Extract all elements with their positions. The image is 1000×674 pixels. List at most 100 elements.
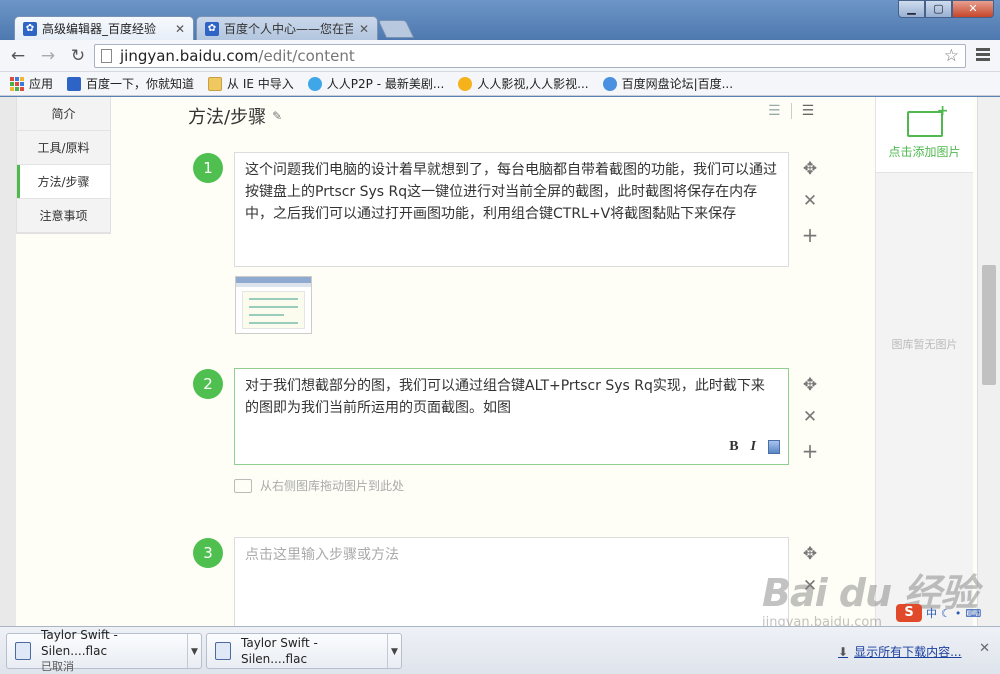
step-1-editor[interactable]: 这个问题我们电脑的设计着早就想到了，每台电脑都自带着截图的功能，我们可以通过按键… [234,152,789,267]
tab-title: 高级编辑器_百度经验 [42,22,157,36]
url-text: jingyan.baidu.com/edit/content [120,47,355,65]
baidu-paw-icon: ✿ [23,21,37,36]
step-3-editor[interactable]: 点击这里输入步骤或方法 [234,537,789,626]
ime-tray: S 中 ☾ • ⌨ [896,604,981,622]
format-toolbar: B I [729,436,780,458]
moon-icon[interactable]: ☾ [941,607,951,620]
insert-image-icon[interactable] [768,440,780,454]
section-title: 方法/步骤 ✎ [188,107,283,128]
step-number: 1 [193,153,223,183]
thumb-toolbar [236,283,311,287]
bold-button[interactable]: B [729,436,738,458]
baidu-paw-icon [67,76,82,91]
close-icon[interactable]: ✕ [979,641,990,656]
download-icon: ⬇ [838,644,849,659]
pencil-icon[interactable]: ✎ [272,109,282,123]
tab-inactive[interactable]: ✿ 百度个人中心——您在百... ✕ [196,16,378,40]
page-scrollbar[interactable] [977,97,1000,626]
step-2-editor[interactable]: 对于我们想截部分的图，我们可以通过组合键ALT+Prtscr Sys Rq实现，… [234,368,789,465]
tab-title: 百度个人中心——您在百... [224,22,353,36]
download-info: Taylor Swift - Silen....flac 已取消 [41,627,187,674]
download-filename: Taylor Swift - Silen....flac [241,636,318,666]
step-text: 对于我们想截部分的图，我们可以通过组合键ALT+Prtscr Sys Rq实现，… [245,378,765,416]
add-icon[interactable]: + [802,439,819,471]
bookmark-baidu-pan[interactable]: 百度网盘论坛|百度... [602,75,733,92]
page-content: 简介 工具/原料 方法/步骤 注意事项 方法/步骤 ✎ ☰ ☰ 1 这个问题我们… [0,97,1000,626]
back-arrow-icon[interactable]: ← [6,44,30,68]
rrys-icon [458,76,473,91]
step-text: 这个问题我们电脑的设计着早就想到了，每台电脑都自带着截图的功能，我们可以通过按键… [245,162,777,222]
download-item[interactable]: Taylor Swift - Silen....flac ▼ [206,633,402,669]
add-image-button[interactable]: 点击添加图片 [876,97,973,173]
empty-library-text: 图库暂无图片 [891,338,958,351]
address-bar[interactable]: jingyan.baidu.com/edit/content ☆ [94,44,966,68]
move-icon[interactable]: ✥ [803,159,817,191]
forward-arrow-icon[interactable]: → [36,44,60,68]
list-style-toggle: ☰ ☰ [768,103,814,119]
ordered-list-icon[interactable]: ☰ [768,103,781,119]
unordered-list-icon[interactable]: ☰ [802,103,815,119]
step-2-actions: ✥ ✕ + [798,375,822,471]
bookmark-import-ie[interactable]: 从 IE 中导入 [208,75,294,92]
close-window-icon[interactable]: ✕ [952,0,994,18]
title-bar: ✿ 高级编辑器_百度经验 ✕ ✿ 百度个人中心——您在百... ✕ ▁ ▢ ✕ [0,0,1000,40]
step-number: 3 [193,538,223,568]
reload-icon[interactable]: ↻ [66,44,90,68]
add-icon[interactable]: + [802,223,819,255]
bookmark-baidu[interactable]: 百度一下，你就知道 [67,75,194,92]
bookmark-p2p[interactable]: 人人P2P - 最新美剧... [307,75,444,92]
step-placeholder: 点击这里输入步骤或方法 [245,547,399,563]
page-icon [101,49,112,63]
divider [790,103,792,119]
download-item[interactable]: Taylor Swift - Silen....flac 已取消 ▼ [6,628,202,673]
bookmark-star-icon[interactable]: ☆ [944,46,959,66]
baidu-paw-icon: ✿ [205,21,219,36]
apps-grid-icon [10,76,24,91]
file-icon [215,642,231,660]
delete-icon[interactable]: ✕ [803,191,817,223]
close-icon[interactable]: ✕ [359,22,369,36]
download-shelf: Taylor Swift - Silen....flac 已取消 ▼ Taylo… [0,626,1000,674]
image-library-panel: 点击添加图片 图库暂无图片 [875,97,973,626]
nav-item-tools[interactable]: 工具/原料 [17,131,110,165]
chevron-down-icon[interactable]: ▼ [187,634,201,668]
download-info: Taylor Swift - Silen....flac [241,635,387,667]
step-number: 2 [193,369,223,399]
close-icon[interactable]: ✕ [175,22,185,36]
ime-language[interactable]: 中 [926,605,937,621]
section-nav: 简介 工具/原料 方法/步骤 注意事项 [16,97,111,234]
dot-icon[interactable]: • [955,607,962,620]
maximize-icon[interactable]: ▢ [925,0,952,18]
hamburger-menu-icon[interactable] [976,48,990,63]
folder-icon [208,76,223,91]
image-icon [234,478,252,493]
window-controls: ▁ ▢ ✕ [898,0,994,18]
bookmark-apps[interactable]: 应用 [10,75,53,92]
thumb-body [242,291,305,329]
add-image-icon [906,103,949,137]
file-icon [15,642,31,660]
delete-icon[interactable]: ✕ [803,407,817,439]
browser-toolbar: ← → ↻ jingyan.baidu.com/edit/content ☆ [0,40,1000,72]
minimize-icon[interactable]: ▁ [898,0,925,18]
step-1-image-thumbnail[interactable] [235,276,312,334]
left-gutter [0,97,16,626]
keyboard-icon[interactable]: ⌨ [965,607,981,620]
baidu-pan-icon [602,76,617,91]
nav-item-intro[interactable]: 简介 [17,97,110,131]
drag-image-hint: 从右侧图库拖动图片到此处 [234,477,404,494]
bookmarks-bar: 应用 百度一下，你就知道 从 IE 中导入 人人P2P - 最新美剧... 人人… [0,72,1000,96]
move-icon[interactable]: ✥ [803,375,817,407]
italic-button[interactable]: I [751,436,756,458]
bookmark-rrys[interactable]: 人人影视,人人影视... [458,75,589,92]
tab-active[interactable]: ✿ 高级编辑器_百度经验 ✕ [14,16,194,40]
chevron-down-icon[interactable]: ▼ [387,634,401,668]
step-1-actions: ✥ ✕ + [798,159,822,255]
sogou-ime-icon[interactable]: S [896,604,922,622]
download-status: 已取消 [41,660,74,673]
scrollbar-thumb[interactable] [982,265,996,385]
new-tab-button[interactable] [377,20,415,38]
nav-item-steps[interactable]: 方法/步骤 [17,165,110,199]
show-all-downloads-link[interactable]: ⬇ 显示所有下载内容... [838,643,962,660]
nav-item-notes[interactable]: 注意事项 [17,199,110,233]
